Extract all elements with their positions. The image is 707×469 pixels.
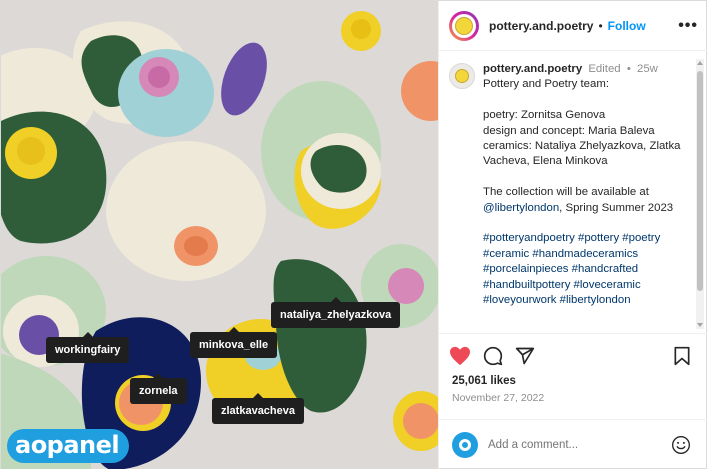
instagram-post-modal: nataliya_zhelyazkova workingfairy minkov… — [0, 0, 707, 469]
share-icon[interactable] — [515, 346, 535, 366]
comment-input[interactable] — [488, 439, 658, 451]
watermark-logo: aopanel — [7, 429, 130, 463]
user-tag-zlatkavacheva[interactable]: zlatkavacheva — [212, 393, 304, 424]
heart-filled-icon[interactable] — [449, 346, 471, 366]
scroll-down-arrow-icon[interactable] — [697, 323, 703, 327]
viewer-avatar — [452, 432, 478, 458]
hashtag-line[interactable]: #loveyourwork #libertylondon — [483, 293, 681, 308]
header-separator: • — [598, 18, 603, 33]
hashtag-line[interactable]: #porcelainpieces #handcrafted — [483, 262, 681, 277]
caption-line: Vacheva, Elena Minkova — [483, 155, 608, 168]
follow-button[interactable]: Follow — [608, 19, 646, 33]
post-date: November 27, 2022 — [452, 392, 545, 404]
caption-line: poetry: Zornitsa Genova — [483, 109, 606, 122]
profile-avatar[interactable] — [449, 10, 479, 41]
user-tag-nataliya-zhelyazkova[interactable]: nataliya_zhelyazkova — [271, 297, 401, 328]
caption-line: design and concept: Maria Baleva — [483, 124, 655, 137]
caption-line: The collection will be available at — [483, 186, 649, 199]
user-tag-minkova-elle[interactable]: minkova_elle — [190, 327, 278, 358]
mention-link[interactable]: @libertylondon — [483, 202, 559, 214]
hashtag-line[interactable]: #ceramic #handmadeceramics — [483, 247, 681, 262]
hashtag-line[interactable]: #handbuiltpottery #loveceramic — [483, 278, 681, 293]
comment-bar — [439, 419, 707, 469]
smiley-icon[interactable] — [671, 435, 691, 455]
hashtag-line[interactable]: #potteryandpoetry #pottery #poetry — [483, 231, 681, 246]
caption-dot: • — [626, 63, 631, 75]
caption-edited: Edited — [588, 63, 621, 75]
comment-icon[interactable] — [483, 346, 503, 366]
likes-count[interactable]: 25,061 likes — [452, 375, 516, 387]
caption-scrollbar[interactable] — [696, 59, 704, 329]
caption-line: ceramics: Nataliya Zhelyazkova, Zlatka — [483, 140, 681, 153]
caption-username[interactable]: pottery.and.poetry — [483, 63, 582, 75]
bookmark-icon[interactable] — [673, 346, 691, 366]
scroll-up-arrow-icon[interactable] — [697, 61, 703, 65]
caption-avatar[interactable] — [449, 63, 475, 89]
caption-text: pottery.and.poetry Edited • 25w Pottery … — [483, 62, 681, 308]
caption-line: Pottery and Poetry team: — [483, 78, 609, 91]
mention-suffix: , Spring Summer 2023 — [559, 201, 674, 214]
post-header: pottery.and.poetry • Follow ••• — [439, 1, 707, 51]
scrollbar-thumb[interactable] — [697, 71, 703, 291]
post-username[interactable]: pottery.and.poetry — [489, 19, 593, 33]
user-tag-workingfairy[interactable]: workingfairy — [46, 332, 130, 363]
more-options-icon[interactable]: ••• — [678, 17, 698, 35]
action-bar — [439, 333, 707, 377]
caption-age: 25w — [636, 63, 658, 75]
user-tag-zornela[interactable]: zornela — [130, 373, 187, 404]
caption-area: pottery.and.poetry Edited • 25w Pottery … — [439, 52, 707, 332]
watermark-text: aopanel — [7, 429, 130, 463]
post-sidebar: pottery.and.poetry • Follow ••• pottery.… — [438, 1, 707, 469]
post-photo[interactable]: nataliya_zhelyazkova workingfairy minkov… — [1, 1, 438, 469]
